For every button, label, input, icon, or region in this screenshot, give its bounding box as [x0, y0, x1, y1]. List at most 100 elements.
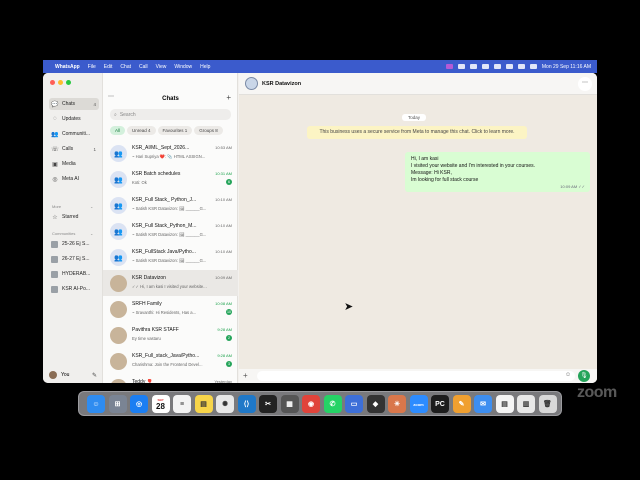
zoom-window-button[interactable] — [66, 80, 71, 85]
clock[interactable]: Mon 29 Sep 11:16 AM — [542, 64, 591, 70]
community-item[interactable]: 25-26 Ej S... — [49, 238, 99, 250]
capcut-icon[interactable]: ✂ — [259, 395, 277, 413]
status-icon[interactable] — [493, 64, 501, 69]
calendar-icon[interactable]: SEP 28 — [151, 395, 170, 413]
nav-item-calls[interactable]: ☏ Calls 1 — [49, 143, 99, 155]
document-icon[interactable]: ▤ — [495, 395, 514, 413]
claude-icon[interactable]: ✳ — [388, 395, 406, 413]
control-center-icon[interactable] — [529, 64, 537, 69]
contact-avatar[interactable] — [245, 77, 258, 90]
group-avatar-icon: 👥 — [110, 171, 127, 188]
chat-name: SRFH Family — [132, 301, 162, 307]
finder-icon[interactable]: ☺ — [87, 395, 105, 413]
community-item[interactable]: HYDERAB... — [49, 268, 99, 280]
chat-preview: ~ Satish KSR Datavizon: 🖼 ______G... — [132, 206, 207, 211]
screen-sharing-icon[interactable]: ▭ — [345, 395, 363, 413]
chat-time: Yesterday — [214, 379, 232, 383]
filter-chip-groups[interactable]: Groups 8 — [194, 126, 223, 135]
wifi-icon[interactable] — [517, 64, 525, 69]
menu-item-whatsapp[interactable]: WhatsApp — [55, 64, 80, 70]
pages-icon[interactable]: ✎ — [452, 395, 471, 413]
menu-item-help[interactable]: Help — [200, 64, 210, 70]
minimize-window-button[interactable] — [58, 80, 63, 85]
menu-item-view[interactable]: View — [156, 64, 167, 70]
group-avatar-icon: 👥 — [110, 249, 127, 266]
search-input[interactable]: ⌕ Search — [110, 109, 231, 120]
menu-item-file[interactable]: File — [88, 64, 96, 70]
nav-item-starred[interactable]: ☆ Starred — [49, 211, 99, 223]
sticker-icon[interactable]: ☺ — [565, 372, 571, 378]
unread-badge: 2 — [226, 335, 232, 341]
filter-chip-unread[interactable]: Unread 4 — [127, 126, 156, 135]
mail-icon[interactable]: ✉ — [474, 395, 492, 413]
battery-icon[interactable] — [505, 64, 513, 69]
whatsapp-icon[interactable]: ✆ — [323, 395, 342, 413]
group-avatar-icon: 👥 — [110, 223, 127, 240]
chatgpt-icon[interactable]: ✺ — [216, 395, 234, 413]
nav-item-updates[interactable]: ◌ Updates — [49, 113, 99, 125]
menu-item-call[interactable]: Call — [139, 64, 148, 70]
nav-item-meta-ai[interactable]: ◎ Meta AI — [49, 173, 99, 185]
chat-time: 10:10 AM — [215, 249, 232, 254]
microphone-icon[interactable]: 🎙 — [578, 370, 590, 382]
more-options-icon[interactable]: ⋯ — [578, 77, 592, 91]
close-window-button[interactable] — [50, 80, 55, 85]
chat-row[interactable]: 👥 KSR Batch schedules 10:31 AM Koti: Ok 6 — [103, 166, 238, 192]
chat-row[interactable]: KSR_Full_stack_Java/Pytho... 9:28 AM Chari… — [103, 348, 238, 374]
nav-item-chats[interactable]: 💬 Chats 4 — [49, 98, 99, 110]
notes-icon[interactable]: ▤ — [194, 395, 213, 413]
chat-row[interactable]: Pavithra KSR STAFF 9:28 AM Ey time vastaru… — [103, 322, 238, 348]
avatar — [110, 275, 127, 292]
communities-section-label[interactable]: Communities ⌄ — [52, 231, 93, 236]
compose-icon[interactable]: ✎ — [92, 372, 97, 379]
game-icon[interactable]: ◆ — [366, 395, 385, 413]
chat-row[interactable]: 👥 KSR_AI/ML_Sept_2026... 10:53 AM ~ Hari Su… — [103, 140, 238, 166]
chat-name: KSR_Full_stack_Java/Pytho... — [132, 353, 200, 359]
zoom-watermark: zoom — [577, 384, 617, 401]
chrome-icon[interactable]: ◉ — [302, 395, 320, 413]
filter-chip-favourites[interactable]: Favourites 1 — [157, 126, 193, 135]
zoom-icon[interactable]: zoom — [409, 395, 428, 413]
filter-chips: All Unread 4 Favourites 1 Groups 8 — [110, 126, 223, 135]
safari-icon[interactable]: ◎ — [130, 395, 148, 413]
count-badge: 1 — [93, 146, 96, 152]
chat-preview: Charishma: Join the Frontend Devel... — [132, 362, 203, 367]
message-line: I visited your website and I'm intereste… — [411, 163, 536, 169]
trash-icon[interactable]: 🗑 — [538, 395, 557, 413]
launchpad-icon[interactable]: ⊞ — [108, 395, 127, 413]
status-icon[interactable] — [457, 64, 465, 69]
chat-row[interactable]: SRFH Family 10:08 AM ~ Sravanthi: Hi Resid… — [103, 296, 238, 322]
conversation-header[interactable]: KSR Datavizon ⋯ — [239, 73, 597, 95]
message-input[interactable] — [257, 371, 575, 381]
chat-row[interactable]: 👥 KSR_Full Stack_ Python_J... 10:10 AM ~ Sa… — [103, 192, 238, 218]
menu-item-chat[interactable]: Chat — [120, 64, 131, 70]
community-item[interactable]: 26-27 Ej S... — [49, 253, 99, 265]
more-section-label[interactable]: More ⌄ — [52, 204, 93, 209]
outgoing-message[interactable]: Hi, I am kasi I visited your website and … — [405, 152, 590, 192]
menu-item-window[interactable]: Window — [174, 64, 192, 70]
chat-row[interactable]: KSR Datavizon 10:09 AM ✓✓ Hi, I am kasi I … — [103, 270, 238, 296]
profile-you[interactable]: You ✎ — [49, 370, 99, 380]
screenshot-icon[interactable]: ▦ — [280, 395, 299, 413]
contact-name[interactable]: KSR Datavizon — [262, 81, 301, 87]
menu-item-edit[interactable]: Edit — [104, 64, 113, 70]
status-icon[interactable] — [469, 64, 477, 69]
updates-icon: ◌ — [53, 116, 57, 122]
status-icon[interactable] — [481, 64, 489, 69]
attach-icon[interactable]: + — [243, 371, 248, 380]
filter-chip-all[interactable]: All — [110, 126, 126, 135]
chat-row[interactable]: 👥 KSR_FullStack Java/Pytho... 10:10 AM ~ Sa… — [103, 244, 238, 270]
nav-item-media[interactable]: ▣ Media — [49, 158, 99, 170]
preview-icon[interactable]: ▥ — [517, 395, 535, 413]
pycharm-icon[interactable]: PC — [431, 395, 449, 413]
status-icon[interactable] — [445, 64, 453, 69]
chat-row[interactable]: Teddy 🎈 Yesterday — [103, 374, 238, 383]
chat-row[interactable]: 👥 KSR_Full Stack_Python_M... 10:10 AM ~ Sat… — [103, 218, 238, 244]
new-chat-icon[interactable]: + — [226, 93, 231, 102]
community-item[interactable]: KSR AI-Po... — [49, 283, 99, 295]
mouse-cursor-icon: ➤ — [344, 301, 354, 313]
encryption-notice[interactable]: This business uses a secure service from… — [307, 126, 527, 139]
nav-item-communiti[interactable]: 👥 Communiti... — [49, 128, 99, 140]
vscode-icon[interactable]: ⟨⟩ — [237, 395, 256, 413]
reminders-icon[interactable]: ≡ — [173, 395, 191, 413]
